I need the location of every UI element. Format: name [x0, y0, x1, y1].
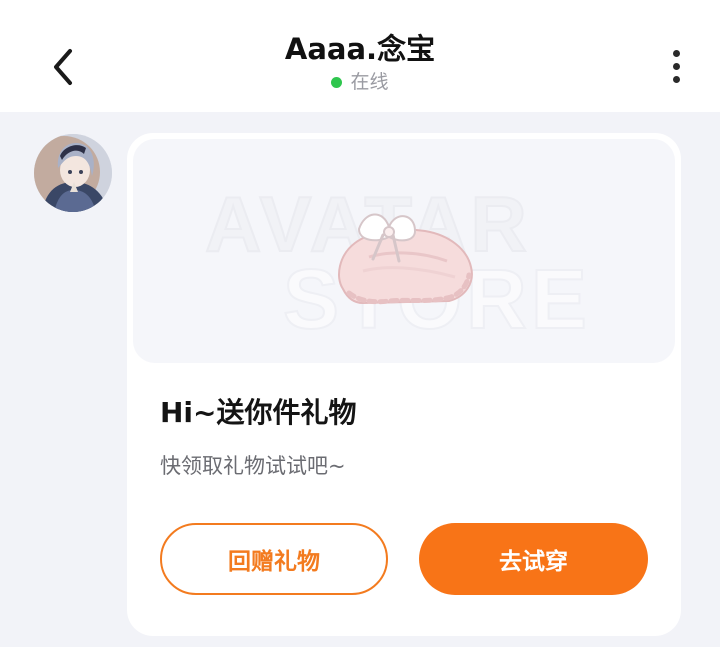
more-options-button[interactable] [656, 40, 696, 92]
online-status: 在线 [160, 68, 560, 96]
return-gift-button[interactable]: 回赠礼物 [160, 523, 388, 595]
try-on-button[interactable]: 去试穿 [419, 523, 648, 595]
contact-name: Aaaa.念宝 [284, 32, 436, 66]
sender-avatar[interactable] [34, 134, 112, 212]
gift-item-image [338, 213, 473, 305]
gift-preview: AVATAR STORE [133, 139, 675, 363]
gift-message-card[interactable]: AVATAR STORE Hi~送你件礼物 快领取礼物试试吧~ 回赠礼物 去试穿 [127, 133, 681, 636]
gift-title: Hi~送你件礼物 [160, 396, 357, 429]
top-bar: Aaaa.念宝 在线 [0, 0, 720, 112]
back-button[interactable] [38, 42, 88, 92]
gift-subtitle: 快领取礼物试试吧~ [160, 454, 346, 478]
chat-header-info: Aaaa.念宝 在线 [160, 30, 560, 96]
avatar-illustration [34, 134, 112, 212]
online-dot-icon [331, 76, 343, 88]
more-vertical-icon [672, 49, 680, 57]
status-text: 在线 [350, 71, 389, 93]
chevron-left-icon [54, 49, 72, 85]
